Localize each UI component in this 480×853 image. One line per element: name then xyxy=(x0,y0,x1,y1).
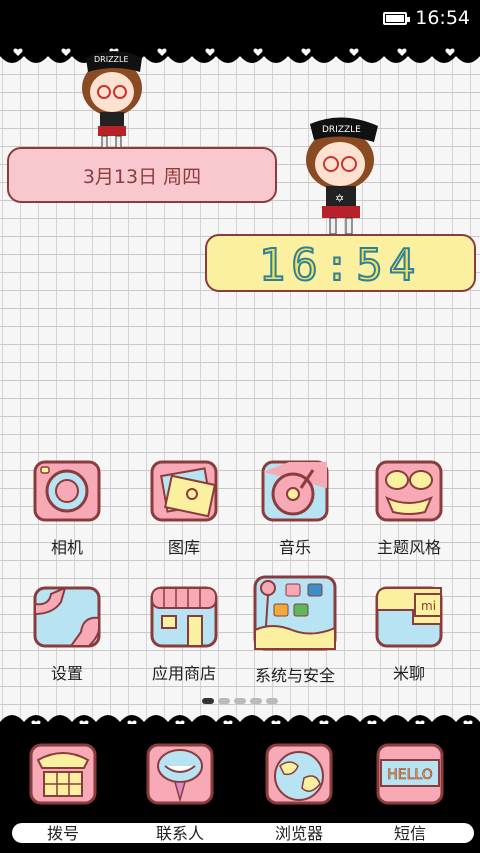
app-settings[interactable]: 设置 xyxy=(12,584,122,684)
phone-icon xyxy=(28,742,98,806)
page-indicator[interactable] xyxy=(202,698,278,704)
page-dot xyxy=(266,698,278,704)
app-label: 主题风格 xyxy=(376,538,441,557)
date-widget[interactable]: 3月13日 周四 xyxy=(7,147,277,203)
cap-text: DRIZZLE xyxy=(94,55,129,64)
girl-character-large: DRIZZLE ✡ xyxy=(298,110,388,244)
app-label: 米聊 xyxy=(392,664,425,683)
app-label: 音乐 xyxy=(278,538,311,557)
page-dot xyxy=(218,698,230,704)
dock-app-phone[interactable] xyxy=(8,742,118,806)
page-dot xyxy=(250,698,262,704)
dock-app-browser[interactable] xyxy=(244,742,354,806)
cap-text: DRIZZLE xyxy=(322,125,361,135)
theme-icon xyxy=(373,458,445,524)
messages-icon-text: HELLO xyxy=(387,767,433,783)
app-gallery[interactable]: 图库 xyxy=(129,458,239,558)
top-scallop-border xyxy=(0,44,480,72)
app-mitalk[interactable]: mi 米聊 xyxy=(354,584,464,684)
app-system-security[interactable]: 系统与安全 xyxy=(240,574,350,686)
app-store[interactable]: 应用商店 xyxy=(129,584,239,684)
mitalk-badge-text: mi xyxy=(421,599,436,613)
app-label: 图库 xyxy=(167,538,200,557)
dock-label: 浏览器 xyxy=(274,824,323,843)
app-label: 相机 xyxy=(50,538,83,557)
app-label: 应用商店 xyxy=(151,664,216,683)
page-dot-active xyxy=(202,698,214,704)
camera-icon xyxy=(31,458,103,524)
girl-character-small: DRIZZLE xyxy=(74,44,154,160)
dock-label: 联系人 xyxy=(155,824,204,843)
app-store-icon xyxy=(148,584,220,650)
battery-icon xyxy=(383,11,411,25)
app-label: 设置 xyxy=(50,664,83,683)
dock-label: 短信 xyxy=(393,824,426,843)
system-security-icon xyxy=(252,574,338,652)
clock-widget[interactable]: 16:54 xyxy=(205,234,476,292)
dock-app-messages[interactable]: HELLO xyxy=(355,742,465,806)
app-camera[interactable]: 相机 xyxy=(12,458,122,558)
browser-icon xyxy=(264,742,334,806)
mitalk-icon: mi xyxy=(373,584,445,650)
date-text: 3月13日 周四 xyxy=(82,165,202,188)
dock-label: 拨号 xyxy=(46,824,79,843)
clock-time: 16:54 xyxy=(259,240,421,290)
status-time: 16:54 xyxy=(415,7,470,29)
music-icon xyxy=(259,458,331,524)
dock-app-contacts[interactable] xyxy=(125,742,235,806)
app-music[interactable]: 音乐 xyxy=(240,458,350,558)
app-label: 系统与安全 xyxy=(254,666,335,685)
contacts-icon xyxy=(145,742,215,806)
svg-text:✡: ✡ xyxy=(335,192,344,205)
settings-icon xyxy=(31,584,103,650)
page-dot xyxy=(234,698,246,704)
gallery-icon xyxy=(148,458,220,524)
messages-icon: HELLO xyxy=(375,742,445,806)
app-theme[interactable]: 主题风格 xyxy=(354,458,464,558)
status-bar: 16:54 xyxy=(0,0,480,36)
